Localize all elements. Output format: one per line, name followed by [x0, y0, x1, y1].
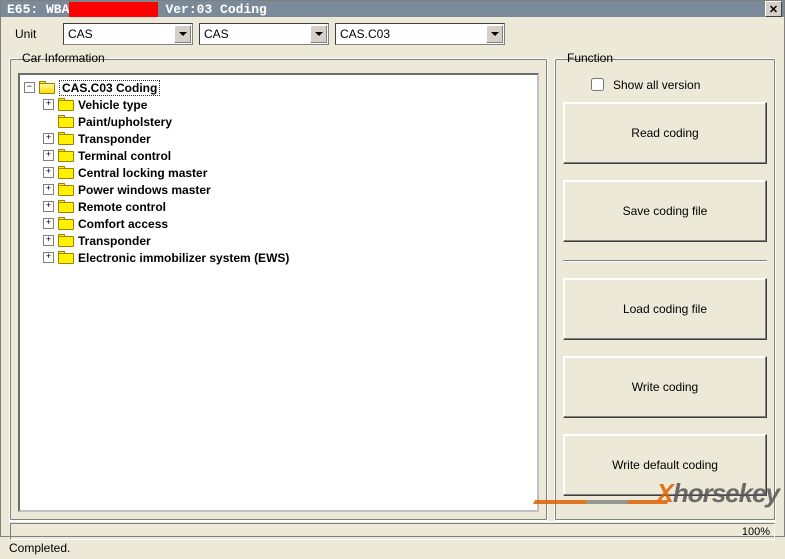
chevron-down-icon [174, 25, 191, 43]
tree-item[interactable]: Paint/upholstery [43, 113, 535, 130]
unit-combo-1-value: CAS [68, 27, 93, 41]
unit-row: Unit CAS CAS CAS.C03 [9, 23, 776, 45]
tree-item-label: Remote control [78, 200, 166, 214]
tree-item-label: Vehicle type [78, 98, 147, 112]
separator [563, 260, 767, 262]
tree-item-label: Transponder [78, 132, 151, 146]
car-information-group: Car Information − CAS.C03 Coding + Vehicl… [9, 51, 548, 521]
button-label: Load coding file [623, 302, 707, 316]
tree-item[interactable]: + Transponder [43, 232, 535, 249]
tree-item-label: Power windows master [78, 183, 211, 197]
expand-icon[interactable]: + [43, 201, 54, 212]
title-bar: E65: WBA█████████ Ver:03 Coding ✕ [1, 1, 784, 17]
unit-label: Unit [9, 27, 57, 41]
folder-open-icon [39, 81, 55, 94]
tree: − CAS.C03 Coding + Vehicle type Paint/upho… [22, 79, 535, 266]
show-all-checkbox[interactable] [591, 78, 604, 91]
expand-icon[interactable]: + [43, 184, 54, 195]
tree-item-label: Transponder [78, 234, 151, 248]
tree-item[interactable]: + Terminal control [43, 147, 535, 164]
tree-item[interactable]: + Remote control [43, 198, 535, 215]
unit-combo-2-value: CAS [204, 27, 229, 41]
tree-item[interactable]: + Transponder [43, 130, 535, 147]
write-default-coding-button[interactable]: Write default coding [563, 434, 767, 496]
load-coding-file-button[interactable]: Load coding file [563, 278, 767, 340]
button-label: Write coding [632, 380, 698, 394]
unit-combo-3-value: CAS.C03 [340, 27, 390, 41]
chevron-down-icon [310, 25, 327, 43]
folder-icon [58, 98, 74, 111]
folder-icon [58, 234, 74, 247]
close-button[interactable]: ✕ [765, 1, 782, 17]
save-coding-file-button[interactable]: Save coding file [563, 180, 767, 242]
folder-icon [58, 115, 74, 128]
progress-cell: 100% [10, 523, 775, 540]
expand-icon[interactable]: + [43, 235, 54, 246]
read-coding-button[interactable]: Read coding [563, 102, 767, 164]
expand-icon[interactable]: + [43, 133, 54, 144]
main-row: Car Information − CAS.C03 Coding + Vehicl… [9, 51, 776, 521]
tree-item-label: Terminal control [78, 149, 171, 163]
write-coding-button[interactable]: Write coding [563, 356, 767, 418]
button-label: Save coding file [623, 204, 708, 218]
show-all-label: Show all version [613, 78, 700, 92]
expand-icon[interactable]: + [43, 99, 54, 110]
tree-item[interactable]: + Comfort access [43, 215, 535, 232]
status-completed-text: Completed. [9, 541, 70, 555]
app-window: E65: WBA█████████ Ver:03 Coding ✕ Unit C… [0, 0, 785, 537]
status-bar: 100% [9, 521, 776, 541]
unit-combo-3[interactable]: CAS.C03 [335, 23, 505, 45]
title-redacted: █████████ [69, 2, 157, 17]
collapse-icon[interactable]: − [24, 82, 35, 93]
tree-root[interactable]: − CAS.C03 Coding [24, 79, 535, 96]
button-label: Read coding [631, 126, 698, 140]
tree-item-label: Comfort access [78, 217, 168, 231]
title-suffix: Ver:03 Coding [158, 2, 267, 17]
chevron-down-icon [486, 25, 503, 43]
folder-icon [58, 183, 74, 196]
expand-icon[interactable]: + [43, 167, 54, 178]
title-prefix: E65: WBA [7, 2, 69, 17]
tree-item-label: Paint/upholstery [78, 115, 172, 129]
folder-icon [58, 166, 74, 179]
progress-text: 100% [742, 526, 770, 538]
unit-combo-2[interactable]: CAS [199, 23, 329, 45]
show-all-row: Show all version [587, 75, 767, 94]
expand-spacer [43, 116, 54, 127]
tree-item[interactable]: + Electronic immobilizer system (EWS) [43, 249, 535, 266]
folder-icon [58, 149, 74, 162]
tree-view[interactable]: − CAS.C03 Coding + Vehicle type Paint/upho… [18, 73, 539, 512]
tree-item[interactable]: + Power windows master [43, 181, 535, 198]
car-information-legend: Car Information [18, 51, 109, 65]
function-legend: Function [563, 51, 617, 65]
expand-icon[interactable]: + [43, 218, 54, 229]
tree-item-label: Electronic immobilizer system (EWS) [78, 251, 289, 265]
function-group: Function Show all version Read coding Sa… [554, 51, 776, 521]
tree-root-label: CAS.C03 Coding [59, 80, 160, 96]
expand-icon[interactable]: + [43, 150, 54, 161]
folder-icon [58, 200, 74, 213]
button-label: Write default coding [612, 458, 718, 472]
content-area: Unit CAS CAS CAS.C03 Car Information [1, 17, 784, 559]
expand-icon[interactable]: + [43, 252, 54, 263]
folder-icon [58, 251, 74, 264]
folder-icon [58, 132, 74, 145]
unit-combo-1[interactable]: CAS [63, 23, 193, 45]
status-completed-cell: Completed. [9, 541, 776, 555]
tree-item[interactable]: + Central locking master [43, 164, 535, 181]
window-title: E65: WBA█████████ Ver:03 Coding [7, 2, 765, 17]
tree-item-label: Central locking master [78, 166, 207, 180]
folder-icon [58, 217, 74, 230]
tree-item[interactable]: + Vehicle type [43, 96, 535, 113]
